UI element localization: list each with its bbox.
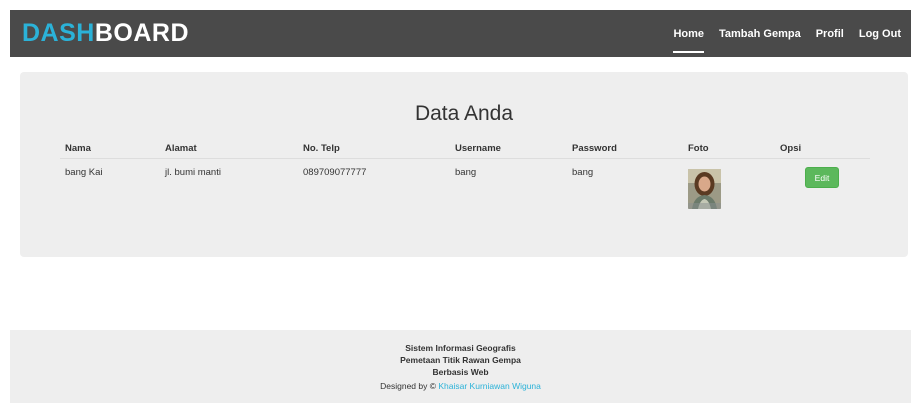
column-header-username: Username <box>455 142 501 154</box>
brand-part-dash: DASH <box>22 19 95 47</box>
column-header-foto: Foto <box>688 142 709 154</box>
table-row: bang Kai jl. bumi manti 089709077777 ban… <box>60 159 870 209</box>
table-header: Nama Alamat No. Telp Username Password F… <box>60 138 870 159</box>
page: DASHBOARD Home Tambah Gempa Profil Log O… <box>0 0 911 403</box>
footer-credit-prefix: Designed by © <box>380 381 439 391</box>
nav-links: Home Tambah Gempa Profil Log Out <box>673 10 911 57</box>
nav-profil[interactable]: Profil <box>816 10 844 57</box>
user-photo <box>688 169 721 209</box>
footer-credit-link[interactable]: Khaisar Kurniawan Wiguna <box>438 381 541 391</box>
footer-line-1: Sistem Informasi Geografis <box>405 343 516 353</box>
cell-password: bang <box>572 167 594 178</box>
cell-telp: 089709077777 <box>303 167 367 178</box>
column-header-password: Password <box>572 142 617 154</box>
cell-nama: bang Kai <box>65 167 103 178</box>
edit-button[interactable]: Edit <box>805 167 839 188</box>
brand-part-board: BOARD <box>94 19 190 47</box>
user-photo-image <box>688 169 721 209</box>
cell-opsi: Edit <box>775 167 870 188</box>
column-header-opsi: Opsi <box>780 142 802 154</box>
page-title: Data Anda <box>414 102 514 125</box>
navbar: DASHBOARD Home Tambah Gempa Profil Log O… <box>10 10 911 57</box>
nav-tambah-gempa[interactable]: Tambah Gempa <box>719 10 801 57</box>
footer: Sistem Informasi Geografis Pemetaan Titi… <box>10 330 911 403</box>
column-header-telp: No. Telp <box>303 142 340 154</box>
nav-logout[interactable]: Log Out <box>859 10 901 57</box>
brand-logo[interactable]: DASHBOARD <box>22 19 189 48</box>
user-table: Nama Alamat No. Telp Username Password F… <box>60 138 870 209</box>
footer-line-2: Pemetaan Titik Rawan Gempa <box>400 355 521 365</box>
footer-credit: Designed by © Khaisar Kurniawan Wiguna <box>10 380 911 392</box>
cell-username: bang <box>455 167 477 178</box>
nav-home[interactable]: Home <box>673 10 704 57</box>
cell-foto <box>683 167 775 209</box>
column-header-nama: Nama <box>65 142 91 154</box>
footer-line-3: Berbasis Web <box>432 367 489 377</box>
column-header-alamat: Alamat <box>165 142 197 154</box>
cell-alamat: jl. bumi manti <box>165 167 221 178</box>
